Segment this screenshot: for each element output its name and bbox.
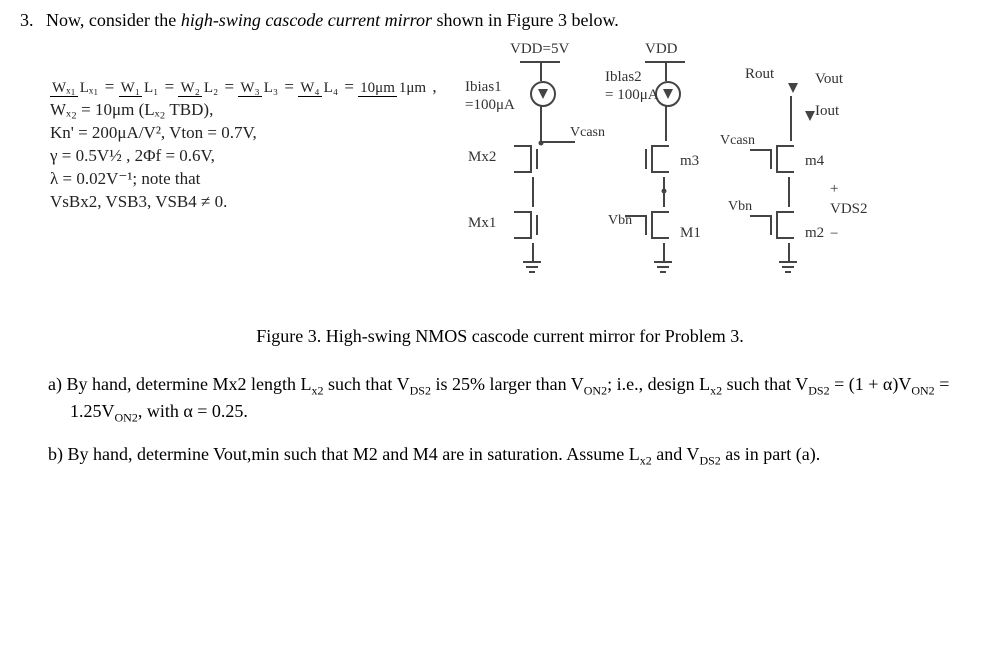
wire: [663, 243, 665, 261]
param-line-1: Wₓ₁Lₓ₁ = W₁L₁ = W₂L₂ = W₃L₃ = W₄L₄ = 10μ…: [50, 76, 390, 99]
param-line-3: Kn' = 200μA/V², Vton = 0.7V,: [50, 122, 390, 145]
intro-before: Now, consider the: [46, 10, 181, 30]
iblas2-val-label: = 100μA: [605, 87, 659, 104]
rout-label: Rout: [745, 66, 774, 83]
vdd-eq-label: VDD=5V: [510, 41, 569, 58]
mx2-transistor-icon: [508, 141, 538, 177]
mx2-label: Mx2: [468, 149, 496, 166]
wire: [665, 61, 667, 81]
wire: [788, 177, 790, 207]
wire: [790, 96, 792, 141]
wire: [540, 141, 575, 143]
wire: [532, 243, 534, 261]
intro-italic: high-swing cascode current mirror: [181, 10, 432, 30]
m2-label: m2: [805, 225, 824, 242]
problem-header: 3. Now, consider the high-swing cascode …: [20, 10, 980, 31]
vcasn-left-label: Vcasn: [570, 125, 605, 141]
wire: [788, 243, 790, 261]
wire: [540, 61, 542, 81]
vds2-plus: +: [830, 181, 838, 198]
m4-label: m4: [805, 153, 824, 170]
mx1-label: Mx1: [468, 215, 496, 232]
param-line-4: γ = 0.5V½ , 2Φf = 0.6V,: [50, 145, 390, 168]
ibias1-val-label: =100μA: [465, 97, 515, 114]
vds2-label: VDS2: [830, 201, 868, 218]
param-line-5: λ = 0.02V⁻¹; note that: [50, 168, 390, 191]
m1-label: M1: [680, 225, 701, 242]
intro-after: shown in Figure 3 below.: [432, 10, 619, 30]
m3-transistor-icon: [645, 141, 675, 177]
rout-arrow-icon: [788, 83, 798, 93]
vout-label: Vout: [815, 71, 843, 88]
a-text: By hand, determine Mx2 length Lx2 such t…: [66, 374, 949, 421]
ibias1-label: Ibias1: [465, 79, 502, 96]
ibias1-source-icon: [530, 81, 556, 107]
vbn-right-label: Vbn: [728, 199, 752, 215]
wire: [625, 215, 645, 217]
iout-label: Iout: [815, 103, 839, 120]
problem-intro: Now, consider the high-swing cascode cur…: [46, 10, 619, 30]
subpart-a: a) By hand, determine Mx2 length Lx2 suc…: [70, 372, 980, 427]
subpart-b: b) By hand, determine Vout,min such that…: [70, 442, 980, 469]
wire: [750, 149, 770, 151]
m1-transistor-icon: [645, 207, 675, 243]
wire: [540, 105, 542, 143]
iout-arrow-icon: [805, 111, 815, 121]
mx1-transistor-icon: [508, 207, 538, 243]
wire: [750, 215, 770, 217]
wire: [532, 177, 534, 207]
vdd-label: VDD: [645, 41, 678, 58]
figure-caption: Figure 3. High-swing NMOS cascode curren…: [20, 326, 980, 347]
iblas2-label: Iblas2: [605, 69, 642, 86]
vcasn-right-label: Vcasn: [720, 133, 755, 149]
param-line-2: Wₓ₂ = 10μm (Lₓ₂ TBD),: [50, 99, 390, 122]
wire: [520, 61, 560, 63]
vds2-minus: −: [830, 226, 838, 243]
problem-number: 3.: [20, 10, 34, 30]
param-line-6: VsBx2, VSB3, VSB4 ≠ 0.: [50, 191, 390, 214]
wire: [645, 61, 685, 63]
wire: [665, 105, 667, 141]
m3-label: m3: [680, 153, 699, 170]
figure-area: Wₓ₁Lₓ₁ = W₁L₁ = W₂L₂ = W₃L₃ = W₄L₄ = 10μ…: [50, 41, 980, 321]
node-dot: [662, 189, 667, 194]
m2-transistor-icon: [770, 207, 800, 243]
b-text: By hand, determine Vout,min such that M2…: [68, 444, 821, 464]
parameter-list: Wₓ₁Lₓ₁ = W₁L₁ = W₂L₂ = W₃L₃ = W₄L₄ = 10μ…: [50, 76, 390, 214]
subpart-a-label: a): [48, 374, 62, 394]
m4-transistor-icon: [770, 141, 800, 177]
subpart-b-label: b): [48, 444, 63, 464]
